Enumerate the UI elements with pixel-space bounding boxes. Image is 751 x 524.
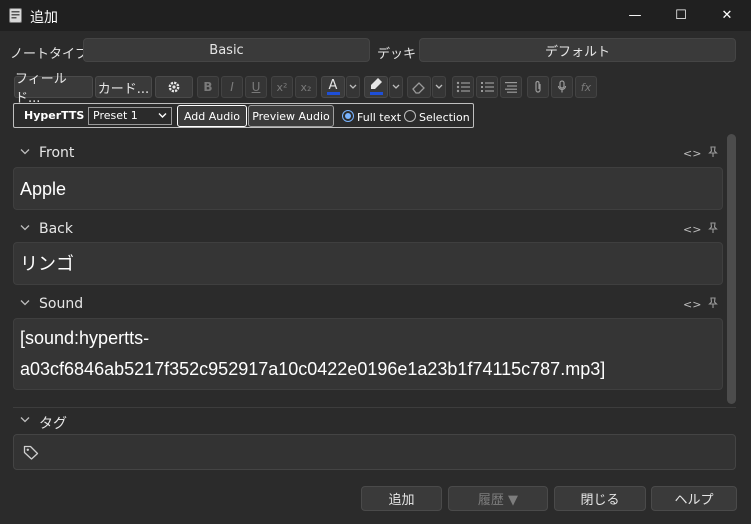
paperclip-icon: [535, 80, 541, 93]
close-button[interactable]: 閉じる: [554, 486, 646, 511]
notetype-selector[interactable]: Basic: [83, 38, 370, 62]
fields-button[interactable]: フィールド...: [14, 72, 93, 106]
chevron-down-icon: [158, 113, 167, 118]
tags-header: タグ: [13, 410, 723, 432]
anki-app-icon: [9, 8, 22, 23]
preset-value: Preset 1: [93, 109, 138, 122]
microphone-icon: [557, 80, 567, 93]
superscript-button[interactable]: x²: [271, 76, 293, 98]
field-name: Front: [39, 145, 75, 161]
field-header-front: Front <>: [13, 142, 723, 164]
field-editor-sound[interactable]: [sound:hypertts- a03cf6846ab5217f352c952…: [13, 318, 723, 390]
pin-icon[interactable]: [708, 146, 718, 158]
tag-icon: [23, 445, 39, 460]
function-icon: fx: [580, 80, 592, 94]
record-audio-button[interactable]: [551, 76, 573, 98]
highlight-button[interactable]: [364, 76, 388, 98]
underline-button[interactable]: U: [245, 76, 267, 98]
selection-label: Selection: [419, 111, 470, 124]
field-name: Sound: [39, 296, 84, 312]
sound-tag-line2: a03cf6846ab5217f352c952917a10c0422e0196e…: [20, 359, 606, 379]
window-title: 追加: [30, 10, 58, 26]
function-button[interactable]: fx: [575, 76, 597, 98]
preset-select[interactable]: Preset 1: [88, 107, 172, 125]
minimize-button[interactable]: —: [612, 0, 658, 31]
cards-button[interactable]: カード...: [95, 76, 152, 98]
eraser-icon: [412, 82, 425, 94]
field-header-sound: Sound <>: [13, 293, 723, 315]
align-icon: [505, 82, 517, 93]
unordered-list-button[interactable]: [452, 76, 474, 98]
full-text-radio[interactable]: [342, 110, 354, 122]
html-editor-icon[interactable]: <>: [683, 147, 701, 160]
field-name: Back: [39, 221, 73, 237]
tag-editor[interactable]: [13, 434, 736, 470]
collapse-chevron-icon[interactable]: [20, 416, 30, 423]
tags-label: タグ: [39, 416, 67, 432]
notetype-label: ノートタイプ: [10, 47, 89, 62]
full-text-label: Full text: [357, 111, 402, 124]
unordered-list-icon: [456, 81, 470, 93]
add-button[interactable]: 追加: [361, 486, 442, 511]
italic-button[interactable]: I: [221, 76, 243, 98]
close-window-button[interactable]: ✕: [704, 0, 750, 31]
eraser-button[interactable]: [407, 76, 431, 98]
divider: [13, 407, 736, 408]
maximize-button[interactable]: ☐: [658, 0, 704, 31]
bold-button[interactable]: B: [197, 76, 219, 98]
pin-icon[interactable]: [708, 297, 718, 309]
scrollbar-thumb[interactable]: [727, 134, 736, 404]
history-button[interactable]: 履歴 ▼: [448, 486, 548, 511]
highlight-icon: [371, 78, 382, 89]
chevron-down-icon: [435, 84, 443, 89]
deck-label: デッキ: [377, 47, 417, 62]
align-button[interactable]: [500, 76, 522, 98]
text-color-swatch: [327, 92, 340, 95]
collapse-chevron-icon[interactable]: [20, 224, 30, 231]
selection-radio[interactable]: [404, 110, 416, 122]
html-editor-icon[interactable]: <>: [683, 223, 701, 236]
text-color-icon: A: [328, 77, 338, 93]
attach-button[interactable]: [527, 76, 549, 98]
text-color-dropdown[interactable]: [346, 76, 360, 98]
eraser-dropdown[interactable]: [432, 76, 446, 98]
ordered-list-icon: [481, 82, 494, 92]
hypertts-label: HyperTTS: [24, 109, 85, 122]
highlight-swatch: [370, 92, 383, 95]
sound-tag-line1: [sound:hypertts-: [20, 328, 150, 348]
chevron-down-icon: [349, 84, 357, 89]
pin-icon[interactable]: [708, 222, 718, 234]
text-color-button[interactable]: A: [321, 76, 345, 98]
field-header-back: Back <>: [13, 218, 723, 240]
title-bar: 追加 — ☐ ✕: [0, 0, 751, 31]
collapse-chevron-icon[interactable]: [20, 148, 30, 155]
preview-audio-button[interactable]: Preview Audio: [248, 105, 334, 127]
gear-icon: [168, 81, 180, 93]
deck-selector[interactable]: デフォルト: [419, 38, 736, 62]
ordered-list-button[interactable]: [476, 76, 498, 98]
hypertts-bar: HyperTTS Preset 1 Add Audio Preview Audi…: [13, 103, 474, 128]
field-editor-front[interactable]: Apple: [13, 167, 723, 210]
html-editor-icon[interactable]: <>: [683, 298, 701, 311]
field-editor-back[interactable]: リンゴ: [13, 242, 723, 285]
collapse-chevron-icon[interactable]: [20, 299, 30, 306]
highlight-dropdown[interactable]: [389, 76, 403, 98]
add-audio-button[interactable]: Add Audio: [177, 105, 247, 127]
help-button[interactable]: ヘルプ: [651, 486, 737, 511]
subscript-button[interactable]: x₂: [295, 76, 317, 98]
options-button[interactable]: [155, 76, 193, 98]
chevron-down-icon: [392, 84, 400, 89]
